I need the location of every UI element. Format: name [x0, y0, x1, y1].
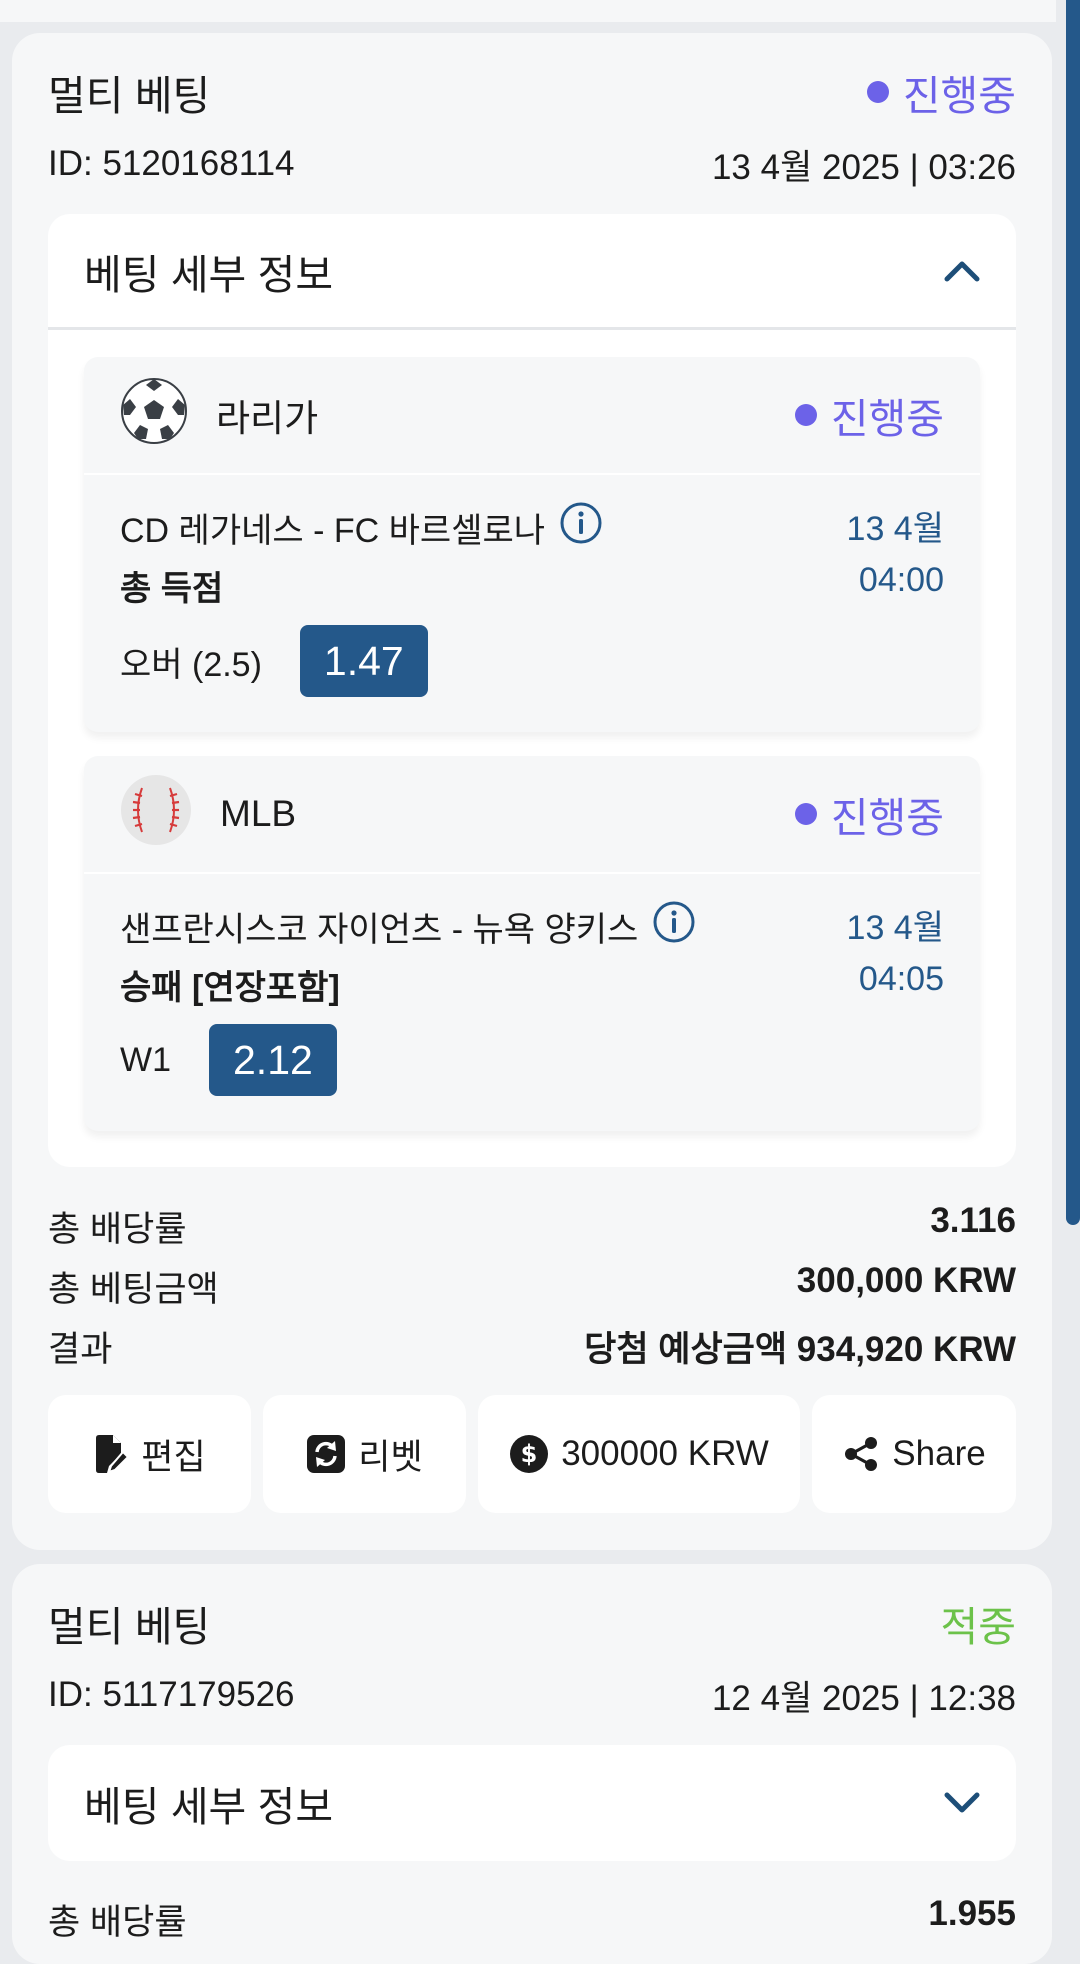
- edit-button[interactable]: 편집: [48, 1395, 251, 1513]
- league-name: 라리가: [216, 398, 319, 439]
- bet-details-panel: 베팅 세부 정보: [48, 1745, 1016, 1861]
- bet-card: 멀티 베팅 진행중 ID: 5120168114 13 4월 2025 | 03…: [12, 33, 1052, 1550]
- dollar-icon: $: [510, 1435, 549, 1473]
- bet-details-title: 베팅 세부 정보: [84, 251, 334, 298]
- rebet-label: 리벳: [358, 1437, 423, 1477]
- bet-details-header[interactable]: 베팅 세부 정보: [48, 214, 1016, 330]
- info-icon[interactable]: [652, 900, 696, 953]
- selection: W1: [120, 1040, 171, 1079]
- rebet-icon: [307, 1435, 346, 1473]
- match-time: 04:05: [858, 960, 944, 998]
- result-row: 결과 당첨 예상금액 934,920 KRW: [48, 1321, 1016, 1372]
- stake-label: 총 베팅금액: [48, 1270, 219, 1309]
- edit-label: 편집: [141, 1437, 206, 1477]
- bet-datetime: 12 4월 2025 | 12:38: [711, 1678, 1016, 1718]
- stake-value: 300,000 KRW: [796, 1261, 1016, 1300]
- bet-leg: MLB 진행중 샌프란시스코 자이언츠 - 뉴욕 양키스 승패 [연장포함] 1…: [84, 756, 980, 1131]
- share-icon: [845, 1437, 878, 1471]
- total-odds-value: 3.116: [930, 1201, 1016, 1240]
- edit-document-icon: [96, 1435, 130, 1474]
- cashout-button[interactable]: $ 300000 KRW: [478, 1395, 800, 1513]
- bet-details-header[interactable]: 베팅 세부 정보: [48, 1745, 1016, 1861]
- bet-status: 진행중: [866, 62, 1016, 122]
- leg-status-label: 진행중: [830, 795, 944, 841]
- result-label: 결과: [48, 1330, 113, 1369]
- bet-id: ID: 5117179526: [48, 1675, 295, 1714]
- status-dot-icon: [794, 404, 817, 426]
- league-name: MLB: [220, 793, 297, 834]
- info-icon[interactable]: [559, 501, 603, 554]
- status-dot-icon: [794, 803, 817, 825]
- bet-datetime: 13 4월 2025 | 03:26: [711, 147, 1016, 187]
- total-odds-value: 1.955: [928, 1894, 1016, 1933]
- share-button[interactable]: Share: [812, 1395, 1016, 1513]
- total-odds-label: 총 배당률: [48, 1210, 187, 1249]
- baseball-icon: [120, 774, 192, 855]
- match-name: 샌프란시스코 자이언츠 - 뉴욕 양키스: [120, 911, 639, 949]
- svg-text:$: $: [521, 1440, 538, 1468]
- result-value: 당첨 예상금액 934,920 KRW: [584, 1330, 1016, 1369]
- bet-details-title: 베팅 세부 정보: [84, 1784, 334, 1830]
- market-name: 승패 [연장포함]: [120, 969, 340, 1007]
- bet-status: 적중: [940, 1604, 1016, 1650]
- match-name: CD 레가네스 - FC 바르셀로나: [120, 512, 546, 550]
- leg-header: 라리가 진행중: [84, 357, 980, 475]
- rebet-button[interactable]: 리벳: [263, 1395, 466, 1513]
- total-odds-row: 총 배당률 3.116: [48, 1201, 1016, 1252]
- odds-badge: 1.47: [299, 625, 428, 697]
- bet-actions: 편집 리벳 $ 300000 KRW Share: [48, 1395, 1016, 1513]
- status-dot-icon: [866, 81, 889, 103]
- cashout-label: 300000 KRW: [561, 1434, 769, 1473]
- total-odds-label: 총 배당률: [48, 1903, 187, 1942]
- match-time: 04:00: [858, 561, 944, 599]
- scrollbar-thumb[interactable]: [1066, 0, 1080, 1225]
- share-label: Share: [892, 1434, 986, 1473]
- chevron-up-icon[interactable]: [944, 260, 980, 282]
- bet-type: 멀티 베팅: [48, 1604, 211, 1650]
- total-odds-row: 총 배당률 1.955: [48, 1894, 1016, 1945]
- match-date: 13 4월: [846, 909, 944, 947]
- bet-id: ID: 5120168114: [48, 144, 295, 183]
- bet-type: 멀티 베팅: [48, 73, 211, 119]
- leg-header: MLB 진행중: [84, 756, 980, 874]
- scrollbar-track[interactable]: [1066, 0, 1080, 1916]
- previous-card-edge: [0, 0, 1056, 22]
- odds-badge: 2.12: [209, 1024, 337, 1096]
- bet-leg: 라리가 진행중 CD 레가네스 - FC 바르셀로나 총 득점 13 4월 04…: [84, 357, 980, 732]
- market-name: 총 득점: [120, 570, 224, 608]
- match-date: 13 4월: [846, 510, 944, 548]
- soccer-ball-icon: [120, 377, 188, 454]
- stake-row: 총 베팅금액 300,000 KRW: [48, 1261, 1016, 1312]
- bet-card: 멀티 베팅 적중 ID: 5117179526 12 4월 2025 | 12:…: [12, 1564, 1052, 1964]
- bet-details-panel: 베팅 세부 정보: [48, 214, 1016, 1167]
- leg-status-label: 진행중: [830, 396, 944, 442]
- selection: 오버 (2.5): [120, 645, 262, 684]
- chevron-down-icon[interactable]: [944, 1792, 980, 1814]
- bet-status-label: 진행중: [902, 73, 1016, 119]
